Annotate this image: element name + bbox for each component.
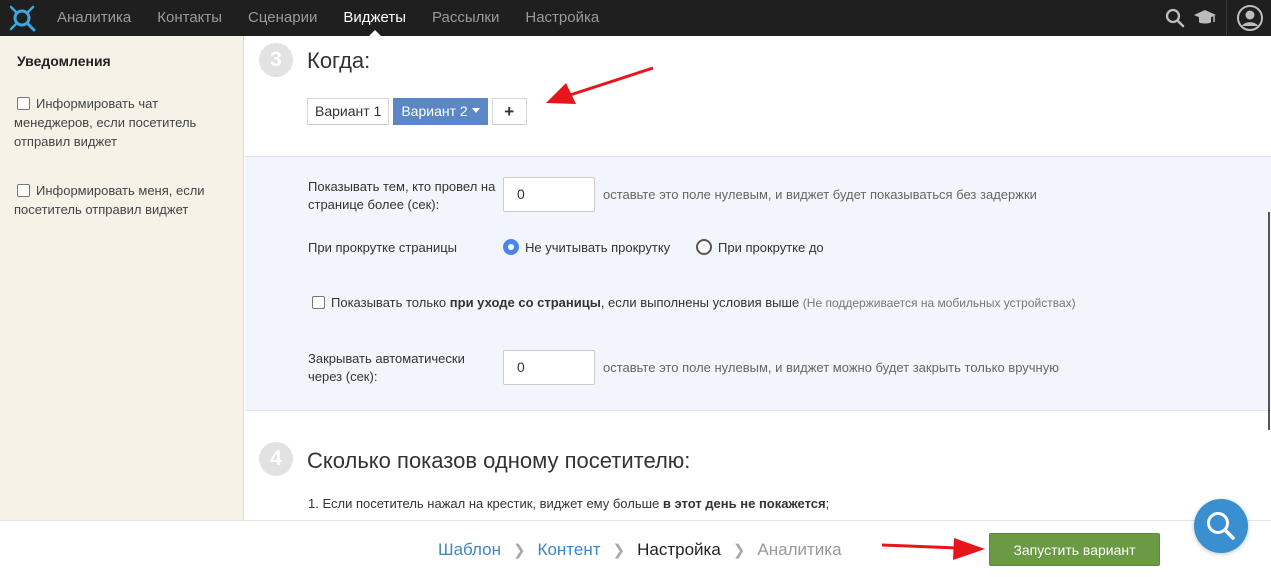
logo-icon[interactable] [0,0,44,36]
exit-intent-checkbox[interactable] [312,296,325,309]
settings-panel: Показывать тем, кто провел на странице б… [245,156,1271,411]
footer-bar: Шаблон ❯ Контент ❯ Настройка ❯ Аналитика… [0,520,1271,577]
crumb-analytics: Аналитика [757,540,842,559]
crumb-settings: Настройка [637,540,721,559]
autoclose-hint: оставьте это поле нулевым, и виджет можн… [603,360,1059,375]
exit-intent-bold: при уходе со страницы [449,295,601,310]
crumb-content[interactable]: Контент [538,540,601,560]
sidebar: Уведомления Информировать чат менеджеров… [0,36,244,520]
search-icon[interactable] [1160,0,1190,36]
delay-input[interactable]: 0 [503,177,595,212]
exit-intent-suffix: , если выполнены условия выше [600,295,800,310]
scrollbar[interactable] [1268,212,1270,430]
notify-chat-managers-option[interactable]: Информировать чат менеджеров, если посет… [14,94,226,151]
tab-variant-1[interactable]: Вариант 1 [307,98,390,125]
help-search-button[interactable] [1194,499,1248,553]
notify-me-checkbox[interactable] [17,184,30,197]
step-number: 4 [259,442,293,476]
step-title: Сколько показов одному посетителю: [307,448,691,473]
help-search-icon [1207,512,1235,540]
nav-item-analytics[interactable]: Аналитика [44,0,144,36]
add-variant-button[interactable]: + [491,98,527,125]
rule-text: 1. Если посетитель нажал на крестик, вид… [308,495,829,513]
scroll-option-ignore-label: Не учитывать прокрутку [525,240,671,255]
exit-intent-prefix: Показывать только [331,295,447,310]
caret-down-icon [471,108,480,113]
user-avatar-icon[interactable] [1233,0,1267,36]
top-icons [1160,0,1271,36]
exit-intent-note: (Не поддерживается на мобильных устройст… [802,296,1076,310]
nav-item-settings[interactable]: Настройка [512,0,612,36]
nav-item-mailings[interactable]: Рассылки [419,0,512,36]
crumb-template[interactable]: Шаблон [438,540,501,560]
variant-tabs: Вариант 1 Вариант 2 + [307,98,527,125]
step-title: Когда: [307,48,371,73]
top-navigation-bar: Аналитика Контакты Сценарии Виджеты Расс… [0,0,1271,37]
divider [1226,0,1227,36]
autoclose-label: Закрывать автоматически через (сек): [308,351,465,384]
step-number: 3 [259,43,293,77]
rule-suffix: ; [825,496,830,511]
breadcrumb: Шаблон ❯ Контент ❯ Настройка ❯ Аналитика [438,540,842,560]
rule-prefix: 1. Если посетитель нажал на крестик, вид… [308,496,660,511]
launch-variant-button[interactable]: Запустить вариант [989,533,1160,566]
autoclose-input[interactable]: 0 [503,350,595,385]
main-content: 3 Когда: Вариант 1 Вариант 2 + Показыват… [245,36,1271,520]
scroll-label: При прокрутке страницы [308,240,457,255]
rule-bold: в этот день не покажется [662,496,826,511]
nav-item-scenarios[interactable]: Сценарии [235,0,330,36]
chevron-right-icon: ❯ [512,542,526,559]
graduation-cap-icon[interactable] [1190,0,1220,36]
delay-hint: оставьте это поле нулевым, и виджет буде… [603,187,1037,202]
nav-item-contacts[interactable]: Контакты [144,0,235,36]
chevron-right-icon: ❯ [612,542,626,559]
chevron-right-icon: ❯ [732,542,746,559]
delay-label: Показывать тем, кто провел на странице б… [308,179,496,212]
tab-variant-2-label: Вариант 2 [401,103,468,119]
notify-me-label: Информировать меня, если посетитель отпр… [14,183,205,217]
radio-selected-icon[interactable] [503,239,519,255]
tab-variant-2[interactable]: Вариант 2 [393,98,488,125]
main-nav: Аналитика Контакты Сценарии Виджеты Расс… [44,0,612,37]
notify-chat-managers-checkbox[interactable] [17,97,30,110]
sidebar-title: Уведомления [17,53,111,69]
notify-me-option[interactable]: Информировать меня, если посетитель отпр… [14,181,226,219]
exit-intent-option[interactable]: Показывать только при уходе со страницы,… [312,294,1076,312]
notify-chat-managers-label: Информировать чат менеджеров, если посет… [14,96,197,149]
radio-unselected-icon[interactable] [696,239,712,255]
scroll-option-until-label: При прокрутке до [718,240,824,255]
scroll-option-until[interactable]: При прокрутке до [696,239,824,255]
nav-item-widgets[interactable]: Виджеты [330,0,419,37]
scroll-option-ignore[interactable]: Не учитывать прокрутку [503,239,670,255]
